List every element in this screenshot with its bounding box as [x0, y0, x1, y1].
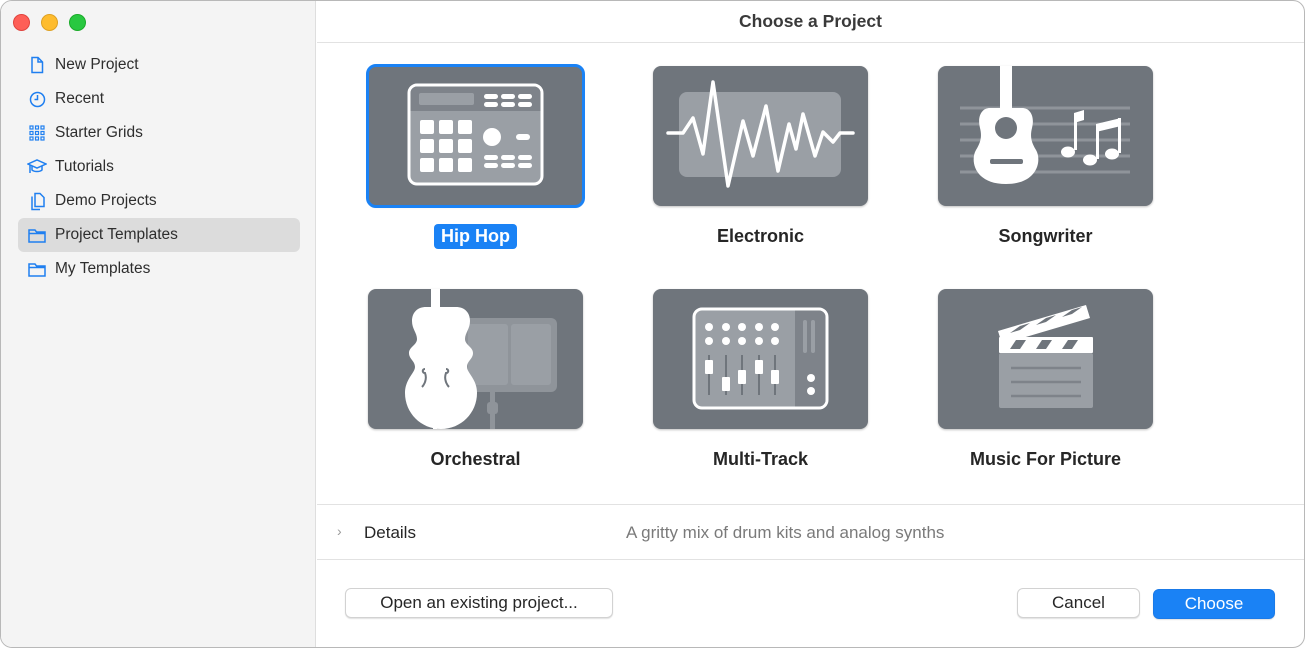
- graduation-cap-icon: [27, 157, 47, 177]
- sidebar-item-label: New Project: [55, 56, 139, 73]
- template-thumbnail[interactable]: [366, 64, 585, 208]
- window-title: Choose a Project: [317, 1, 1304, 43]
- chevron-right-icon[interactable]: ›: [337, 523, 342, 539]
- sidebar-item-label: Tutorials: [55, 158, 114, 175]
- minimize-window-button[interactable]: [41, 14, 58, 31]
- template-label: Songwriter: [998, 226, 1093, 246]
- sidebar-item-starter-grids[interactable]: Starter Grids: [18, 116, 300, 150]
- template-thumbnail[interactable]: [653, 66, 868, 206]
- sidebar-item-new-project[interactable]: New Project: [18, 48, 300, 82]
- template-tile-songwriter[interactable]: Songwriter: [938, 66, 1153, 249]
- sidebar-item-demo-projects[interactable]: Demo Projects: [18, 184, 300, 218]
- sidebar-item-project-templates[interactable]: Project Templates: [18, 218, 300, 252]
- folder-icon: [27, 225, 47, 245]
- details-label: Details: [364, 523, 416, 542]
- choose-project-window: New Project Recent Starter Grids Tutoria…: [0, 0, 1305, 648]
- template-tile-orchestral[interactable]: Orchestral: [368, 289, 583, 472]
- template-thumbnail[interactable]: [938, 289, 1153, 429]
- double-bass-icon: [405, 289, 557, 429]
- template-label: Hip Hop: [434, 224, 517, 249]
- guitar-notes-icon: [960, 66, 1130, 184]
- folder-icon: [27, 259, 47, 279]
- clapperboard-icon: [998, 305, 1093, 408]
- sidebar-item-label: Starter Grids: [55, 124, 143, 141]
- template-tile-electronic[interactable]: Electronic: [653, 66, 868, 249]
- main-panel: Choose a Project Hip Hop Electronic Song…: [317, 1, 1304, 647]
- template-tile-multi-track[interactable]: Multi-Track: [653, 289, 868, 472]
- mixer-icon: [692, 307, 829, 410]
- zoom-window-button[interactable]: [69, 14, 86, 31]
- documents-icon: [27, 191, 47, 211]
- template-thumbnail[interactable]: [653, 289, 868, 429]
- template-label: Orchestral: [430, 449, 521, 469]
- close-window-button[interactable]: [13, 14, 30, 31]
- template-description: A gritty mix of drum kits and analog syn…: [626, 523, 945, 542]
- clock-icon: [27, 89, 47, 109]
- cancel-button[interactable]: Cancel: [1017, 588, 1140, 618]
- template-label: Electronic: [716, 226, 805, 246]
- sidebar-item-label: My Templates: [55, 260, 151, 277]
- sidebar-item-label: Project Templates: [55, 226, 178, 243]
- template-label: Music For Picture: [969, 449, 1122, 469]
- window-controls: [13, 14, 86, 31]
- template-thumbnail[interactable]: [368, 289, 583, 429]
- sidebar-item-my-templates[interactable]: My Templates: [18, 252, 300, 286]
- drum-machine-icon: [407, 83, 544, 186]
- open-existing-project-button[interactable]: Open an existing project...: [345, 588, 613, 618]
- template-tile-hip-hop[interactable]: Hip Hop: [366, 64, 585, 249]
- details-disclosure[interactable]: › Details A gritty mix of drum kits and …: [317, 504, 1304, 560]
- template-thumbnail[interactable]: [938, 66, 1153, 206]
- grid-icon: [27, 123, 47, 143]
- sidebar-item-label: Recent: [55, 90, 105, 107]
- template-tile-music-for-picture[interactable]: Music For Picture: [938, 289, 1153, 472]
- sidebar-item-tutorials[interactable]: Tutorials: [18, 150, 300, 184]
- sidebar-item-recent[interactable]: Recent: [18, 82, 300, 116]
- document-icon: [27, 55, 47, 75]
- sidebar-item-label: Demo Projects: [55, 192, 157, 209]
- choose-button[interactable]: Choose: [1153, 589, 1275, 619]
- waveform-icon: [666, 80, 855, 188]
- sidebar: New Project Recent Starter Grids Tutoria…: [1, 1, 316, 647]
- template-label: Multi-Track: [712, 449, 809, 469]
- sidebar-list: New Project Recent Starter Grids Tutoria…: [18, 48, 300, 286]
